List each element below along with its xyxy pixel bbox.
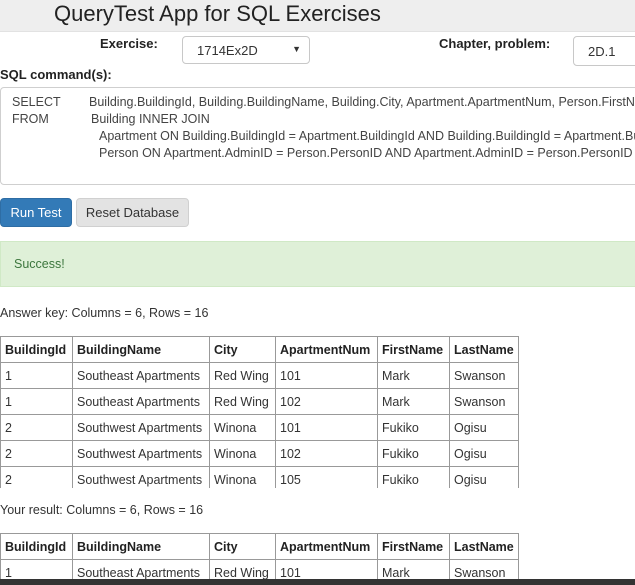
table-row: 1 Southeast Apartments Red Wing 102 Mark… — [0, 388, 519, 415]
your-result-table: BuildingId BuildingName City ApartmentNu… — [0, 533, 519, 579]
table-cell: Southeast Apartments — [72, 362, 210, 389]
table-header-row: BuildingId BuildingName City ApartmentNu… — [0, 336, 519, 363]
bottom-bar — [0, 579, 635, 585]
app-title: QueryTest App for SQL Exercises — [54, 1, 381, 26]
answer-key-table: BuildingId BuildingName City ApartmentNu… — [0, 336, 519, 488]
table-cell: 2 — [0, 466, 73, 488]
sql-line-3: Apartment ON Building.BuildingId = Apart… — [99, 129, 635, 143]
column-header: City — [209, 533, 276, 560]
chapter-input-value: 2D.1 — [588, 44, 616, 59]
table-cell: 2 — [0, 414, 73, 441]
table-cell: 1 — [0, 559, 73, 579]
table-row: 2 Southwest Apartments Winona 101 Fukiko… — [0, 414, 519, 441]
table-cell: Winona — [209, 414, 276, 441]
exercise-select[interactable]: 1714Ex2D ▼ — [182, 36, 310, 64]
column-header: ApartmentNum — [275, 533, 378, 560]
table-cell: Southwest Apartments — [72, 466, 210, 488]
table-row: 2 Southwest Apartments Winona 105 Fukiko… — [0, 466, 519, 488]
sql-line-1: Building.BuildingId, Building.BuildingNa… — [89, 95, 635, 109]
table-cell: 101 — [275, 559, 378, 579]
table-cell: Swanson — [449, 362, 519, 389]
table-cell: Fukiko — [377, 414, 450, 441]
table-cell: Southeast Apartments — [72, 559, 210, 579]
table-cell: Mark — [377, 362, 450, 389]
sql-editor[interactable]: SELECT Building.BuildingId, Building.Bui… — [0, 87, 635, 185]
table-row: 1 Southeast Apartments Red Wing 101 Mark… — [0, 559, 519, 579]
table-cell: Mark — [377, 559, 450, 579]
status-message: Success! — [14, 257, 65, 271]
table-cell: Red Wing — [209, 362, 276, 389]
table-cell: Winona — [209, 466, 276, 488]
table-cell: Southeast Apartments — [72, 388, 210, 415]
table-cell: 2 — [0, 440, 73, 467]
table-cell: Ogisu — [449, 414, 519, 441]
column-header: FirstName — [377, 336, 450, 363]
table-cell: 102 — [275, 388, 378, 415]
table-header-row: BuildingId BuildingName City ApartmentNu… — [0, 533, 519, 560]
table-cell: 102 — [275, 440, 378, 467]
answer-key-table-wrap: BuildingId BuildingName City ApartmentNu… — [0, 336, 519, 488]
chapter-input[interactable]: 2D.1 — [573, 36, 635, 66]
table-cell: Fukiko — [377, 440, 450, 467]
table-row: 2 Southwest Apartments Winona 102 Fukiko… — [0, 440, 519, 467]
table-cell: 1 — [0, 388, 73, 415]
sql-line-4: Person ON Apartment.AdminID = Person.Per… — [99, 146, 633, 160]
chapter-label: Chapter, problem: — [439, 36, 551, 51]
column-header: BuildingName — [72, 336, 210, 363]
column-header: ApartmentNum — [275, 336, 378, 363]
table-cell: 1 — [0, 362, 73, 389]
status-alert: Success! — [0, 241, 635, 287]
reset-database-button[interactable]: Reset Database — [76, 198, 189, 227]
table-cell: Red Wing — [209, 559, 276, 579]
table-cell: Ogisu — [449, 440, 519, 467]
table-cell: Southwest Apartments — [72, 440, 210, 467]
your-result-summary: Your result: Columns = 6, Rows = 16 — [0, 503, 204, 517]
chevron-down-icon: ▼ — [292, 44, 301, 54]
sql-keyword-select: SELECT — [12, 95, 61, 109]
sql-label: SQL command(s): — [0, 67, 112, 82]
column-header: LastName — [449, 336, 519, 363]
column-header: City — [209, 336, 276, 363]
exercise-label: Exercise: — [100, 36, 158, 51]
table-cell: 101 — [275, 414, 378, 441]
column-header: BuildingId — [0, 533, 73, 560]
table-cell: 105 — [275, 466, 378, 488]
column-header: BuildingId — [0, 336, 73, 363]
answer-key-summary: Answer key: Columns = 6, Rows = 16 — [0, 306, 209, 320]
table-cell: Winona — [209, 440, 276, 467]
table-cell: Swanson — [449, 559, 519, 579]
table-row: 1 Southeast Apartments Red Wing 101 Mark… — [0, 362, 519, 389]
run-test-button[interactable]: Run Test — [0, 198, 72, 227]
table-cell: Red Wing — [209, 388, 276, 415]
column-header: LastName — [449, 533, 519, 560]
your-result-table-wrap: BuildingId BuildingName City ApartmentNu… — [0, 533, 519, 579]
exercise-select-value: 1714Ex2D — [197, 43, 258, 58]
table-cell: Ogisu — [449, 466, 519, 488]
table-cell: Southwest Apartments — [72, 414, 210, 441]
sql-keyword-from: FROM — [12, 112, 49, 126]
table-cell: 101 — [275, 362, 378, 389]
header-bar: QueryTest App for SQL Exercises — [0, 0, 635, 32]
table-cell: Mark — [377, 388, 450, 415]
sql-line-2: Building INNER JOIN — [91, 112, 210, 126]
table-cell: Swanson — [449, 388, 519, 415]
column-header: BuildingName — [72, 533, 210, 560]
table-cell: Fukiko — [377, 466, 450, 488]
column-header: FirstName — [377, 533, 450, 560]
